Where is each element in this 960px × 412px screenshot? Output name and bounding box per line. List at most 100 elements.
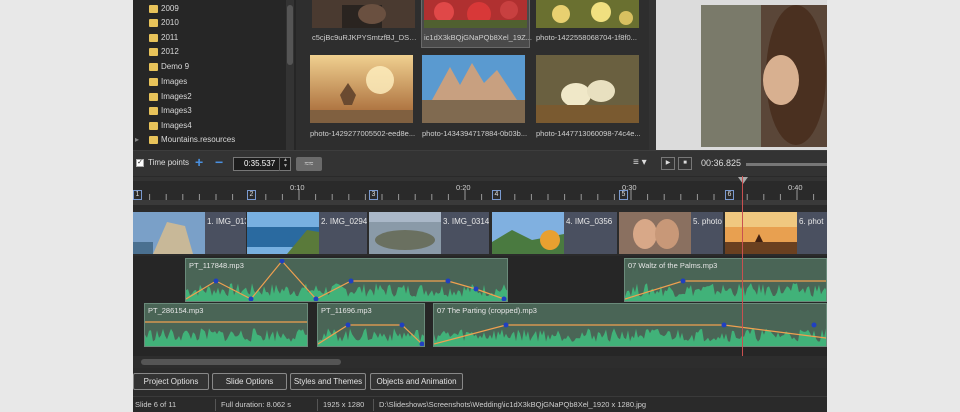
tree-folder-item[interactable]: Images4 xyxy=(149,119,192,133)
tree-folder-item[interactable]: 2009 xyxy=(149,2,179,16)
status-bar: Slide 6 of 11 Full duration: 8.062 s 192… xyxy=(133,396,827,412)
folder-label: Demo 9 xyxy=(161,62,190,71)
audio-clip[interactable]: PT_11696.mp3 xyxy=(317,303,425,347)
slide-marker[interactable]: 5 xyxy=(619,190,628,200)
time-points-label: Time points xyxy=(148,158,190,167)
folder-icon xyxy=(149,48,158,56)
slide-marker[interactable]: 2 xyxy=(247,190,256,200)
folder-icon xyxy=(149,78,158,86)
volume-slider[interactable] xyxy=(746,163,827,166)
slide-marker[interactable]: 6 xyxy=(725,190,734,200)
tree-folder-item[interactable]: 2011 xyxy=(149,31,179,45)
stop-icon[interactable]: ■ xyxy=(678,157,692,170)
folder-label: Images3 xyxy=(161,106,192,115)
audio-clip-label: PT_11696.mp3 xyxy=(321,306,372,315)
slide-thumbnail xyxy=(492,212,564,254)
slide-label: 1. IMG_013 xyxy=(207,217,246,226)
slide-label: 6. phot xyxy=(799,217,824,226)
tree-folder-item[interactable]: Images3 xyxy=(149,104,192,118)
playhead-handle-icon[interactable] xyxy=(737,176,749,186)
slide-marker[interactable]: 4 xyxy=(492,190,501,200)
time-points-checkbox[interactable]: ✓ xyxy=(136,159,144,167)
audio-clip[interactable]: PT_286154.mp3 xyxy=(144,303,308,347)
slide-item-selected[interactable]: 6. phot xyxy=(725,212,827,254)
status-duration: Full duration: 8.062 s xyxy=(221,400,292,409)
slide-item[interactable]: 1. IMG_013 xyxy=(133,212,246,254)
ruler-label: 0:40 xyxy=(788,183,803,192)
file-gallery: c5cjBc9uRJKPYSmtzfBJ_DSC_... ic1dX3kBQjG… xyxy=(296,0,656,150)
audio-clip-label: 07 Waltz of the Palms.mp3 xyxy=(628,261,718,270)
slide-thumbnail xyxy=(369,212,441,254)
project-options-button[interactable]: Project Options xyxy=(133,373,209,390)
slide-item[interactable]: 5. photo xyxy=(619,212,723,254)
slide-marker[interactable]: 1 xyxy=(133,190,142,200)
tree-scroll-thumb[interactable] xyxy=(287,5,293,65)
objects-animation-button[interactable]: Objects and Animation xyxy=(370,373,463,390)
gallery-scrollbar[interactable] xyxy=(649,0,656,150)
audio-clip[interactable]: 07 The Parting (cropped).mp3 xyxy=(433,303,827,347)
status-path: D:\Slideshows\Screenshots\Wedding\ic1dX3… xyxy=(379,400,647,409)
styles-themes-button[interactable]: Styles and Themes xyxy=(290,373,366,390)
slide-options-button[interactable]: Slide Options xyxy=(212,373,287,390)
slide-preview xyxy=(656,0,827,150)
audio-clip[interactable]: PT_117848.mp3 xyxy=(185,258,508,302)
folder-label: 2009 xyxy=(161,4,179,13)
tree-folder-item[interactable]: ▸ Mountains.resources xyxy=(135,133,235,147)
thumbnail-caption: photo-1447713060098-74c4e... xyxy=(536,129,641,138)
tree-folder-item[interactable]: Demo 9 xyxy=(149,60,190,74)
folder-label: 2012 xyxy=(161,47,179,56)
menu-icon[interactable]: ≡ ▾ xyxy=(633,157,647,168)
slide-item[interactable]: 4. IMG_0356 xyxy=(492,212,617,254)
audio-tracks: PT_117848.mp3 07 Waltz of the Palms.mp3 … xyxy=(133,256,827,356)
thumbnail-caption: photo-1434394717884-0b03b... xyxy=(422,129,528,138)
tree-folder-item[interactable]: 2010 xyxy=(149,16,179,30)
slide-item[interactable]: 3. IMG_0314 xyxy=(369,212,489,254)
slide-marker[interactable]: 3 xyxy=(369,190,378,200)
thumbnail-image xyxy=(424,0,527,28)
folder-label: Images4 xyxy=(161,121,192,130)
expand-arrow-icon[interactable]: ▸ xyxy=(135,133,139,147)
tree-folder-item[interactable]: Images2 xyxy=(149,90,192,104)
thumbnail-image xyxy=(422,55,525,123)
app-window: 2009 2010 2011 2012 Demo 9 Images Images2 Image… xyxy=(133,0,827,412)
add-point-icon[interactable]: + xyxy=(195,154,203,170)
folder-icon xyxy=(149,34,158,42)
folder-label: 2010 xyxy=(161,18,179,27)
audio-clip-label: 07 The Parting (cropped).mp3 xyxy=(437,306,537,315)
timeline-scroll-thumb[interactable] xyxy=(141,359,341,365)
preview-image xyxy=(656,0,827,150)
audio-clip-label: PT_286154.mp3 xyxy=(148,306,204,315)
time-spinner[interactable]: ▲ ▼ xyxy=(279,157,291,171)
play-icon[interactable]: ▶ xyxy=(661,157,675,170)
audio-clip[interactable]: 07 Waltz of the Palms.mp3 xyxy=(624,258,827,302)
timeline-scrollbar[interactable] xyxy=(133,356,827,368)
status-separator xyxy=(215,399,216,411)
slides-track: 1. IMG_013 2. IMG_0294 3. IMG_0314 4. IM… xyxy=(133,209,827,256)
timeline-ruler[interactable]: 0:10 0:20 0:30 0:40 123456 xyxy=(133,176,827,209)
status-separator xyxy=(317,399,318,411)
current-time: 00:36.825 xyxy=(701,158,742,168)
ruler-label: 0:10 xyxy=(290,183,305,192)
remove-point-icon[interactable]: − xyxy=(215,154,223,170)
ruler-label: 0:20 xyxy=(456,183,471,192)
folder-label: Images xyxy=(161,77,188,86)
thumbnail-image xyxy=(312,0,415,28)
folder-label: Images2 xyxy=(161,92,192,101)
ruler-ticks xyxy=(133,177,827,205)
slide-label: 2. IMG_0294 xyxy=(321,217,367,226)
tree-scrollbar[interactable] xyxy=(286,0,294,150)
folder-icon xyxy=(149,136,158,144)
tree-folder-item[interactable]: 2012 xyxy=(149,45,179,59)
folder-label: 2011 xyxy=(161,33,179,42)
folder-icon xyxy=(149,107,158,115)
folder-icon xyxy=(149,5,158,13)
audio-clip-label: PT_117848.mp3 xyxy=(189,261,244,270)
tree-folder-item[interactable]: Images xyxy=(149,75,188,89)
snap-button[interactable]: ≈≈ xyxy=(296,157,322,171)
playhead-line[interactable] xyxy=(742,176,743,360)
slide-thumbnail xyxy=(619,212,691,254)
status-slide: Slide 6 of 11 xyxy=(135,400,177,409)
slide-item[interactable]: 2. IMG_0294 xyxy=(247,212,367,254)
timeline-toolbar: ✓ Time points + − 0:35.537 ▲ ▼ ≈≈ ≡ ▾ ▶ ■… xyxy=(133,150,827,176)
slide-label: 5. photo xyxy=(693,217,722,226)
